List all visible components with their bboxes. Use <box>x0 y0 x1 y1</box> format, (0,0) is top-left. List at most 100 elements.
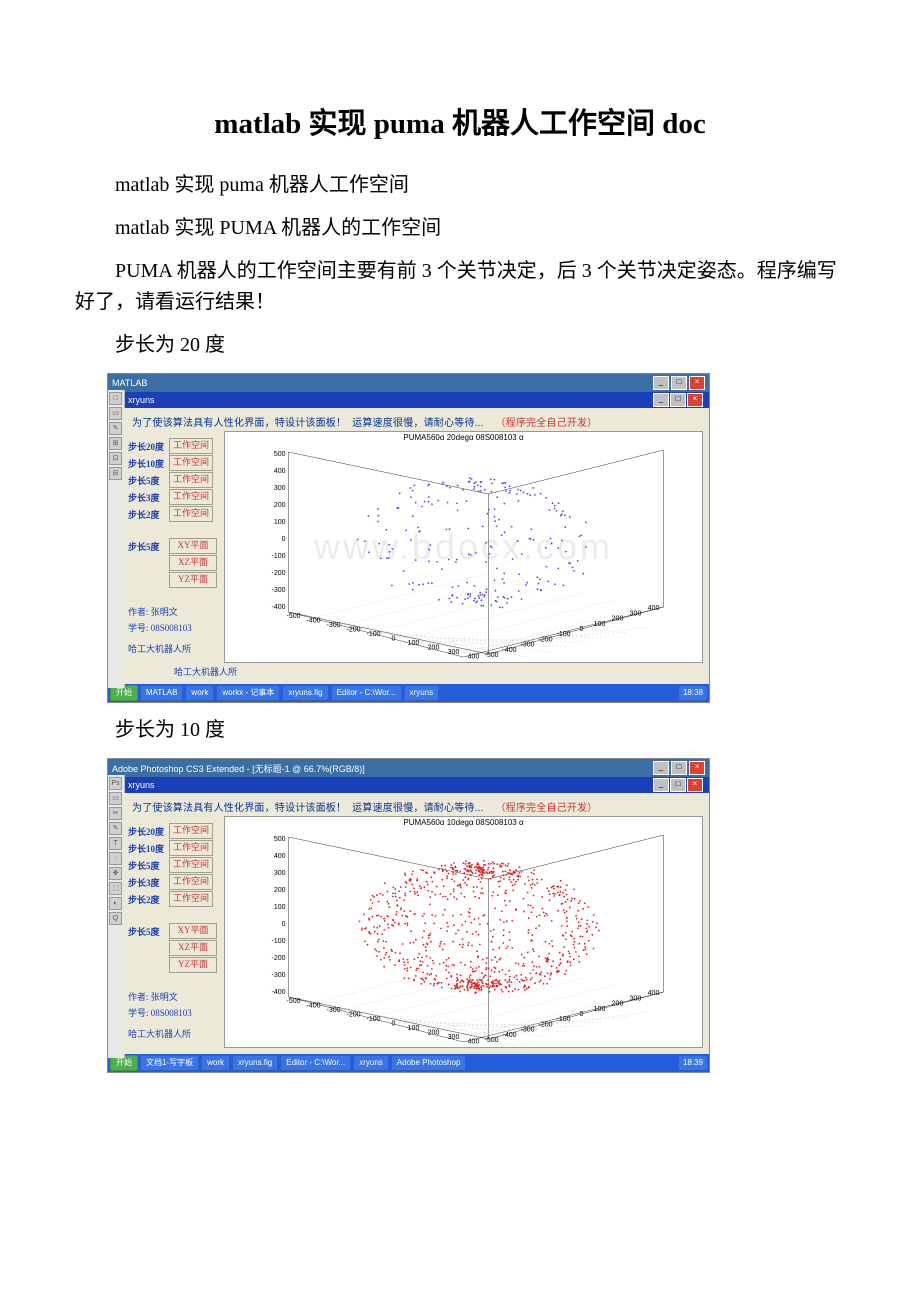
plane-button[interactable]: XZ平面 <box>169 940 217 956</box>
plane-button[interactable]: XY平面 <box>169 923 217 939</box>
workspace-button[interactable]: 工作空间 <box>169 823 213 839</box>
minimize-icon[interactable]: _ <box>653 376 669 390</box>
workspace-button[interactable]: 工作空间 <box>169 455 213 471</box>
tool-icon[interactable]: ✎ <box>109 422 122 435</box>
workspace-button[interactable]: 工作空间 <box>169 438 213 454</box>
plane-button[interactable]: YZ平面 <box>169 957 217 973</box>
step-label: 步长5度 <box>128 925 166 938</box>
svg-text:-400: -400 <box>502 1032 516 1039</box>
tool-icon[interactable]: T <box>109 837 122 850</box>
workspace-button[interactable]: 工作空间 <box>169 489 213 505</box>
screenshot-figure-1: MATLAB _ □ × □ ▭ ✎ ⊞ ⊡ ⊟ xryuns _ □ × <box>107 373 710 703</box>
svg-text:100: 100 <box>274 519 286 526</box>
paragraph: matlab 实现 PUMA 机器人的工作空间 <box>75 213 845 244</box>
tool-icon[interactable]: Q <box>109 912 122 925</box>
taskbar-item[interactable]: workx - 记事本 <box>216 685 280 701</box>
plane-button[interactable]: XZ平面 <box>169 555 217 571</box>
minimize-icon[interactable]: _ <box>653 761 669 775</box>
svg-text:100: 100 <box>594 621 606 628</box>
taskbar-item[interactable]: work <box>201 1055 230 1071</box>
figure-window-titlebar: xryuns _ □ × <box>122 777 709 793</box>
tool-icon[interactable]: ⊡ <box>109 452 122 465</box>
os-titlebar: Adobe Photoshop CS3 Extended - [无标题-1 @ … <box>108 759 709 777</box>
tool-icon[interactable]: ⬚ <box>109 882 122 895</box>
plot-svg: 5004003002001000-100-200-300-400 -500-50… <box>225 432 702 662</box>
workspace-button[interactable]: 工作空间 <box>169 891 213 907</box>
taskbar-item[interactable]: xryuns.fig <box>282 685 328 701</box>
svg-text:-200: -200 <box>538 636 552 643</box>
tool-icon[interactable]: ◌ <box>109 852 122 865</box>
svg-text:-400: -400 <box>271 989 285 996</box>
maximize-icon[interactable]: □ <box>670 393 686 407</box>
svg-text:200: 200 <box>428 1030 440 1037</box>
taskbar-item[interactable]: Adobe Photoshop <box>391 1055 467 1071</box>
workspace-button[interactable]: 工作空间 <box>169 472 213 488</box>
svg-text:100: 100 <box>408 640 420 647</box>
tool-icon[interactable]: ⊟ <box>109 467 122 480</box>
workspace-button[interactable]: 工作空间 <box>169 857 213 873</box>
step-row: 步长20度 工作空间 <box>128 438 220 454</box>
svg-text:-100: -100 <box>556 631 570 638</box>
maximize-icon[interactable]: □ <box>671 376 687 390</box>
minimize-icon[interactable]: _ <box>653 778 669 792</box>
workspace-button[interactable]: 工作空间 <box>169 840 213 856</box>
step-row: 步长5度 工作空间 <box>128 472 220 488</box>
step-label: 步长5度 <box>128 474 166 487</box>
windows-taskbar: 开始 MATLAB work workx - 记事本 xryuns.fig Ed… <box>108 684 709 702</box>
svg-text:0: 0 <box>580 1011 584 1018</box>
tool-icon[interactable]: ▭ <box>109 407 122 420</box>
figure-body: 为了使该算法具有人性化界面，特设计该面板！ 运算速度很慢，请耐心等待... （程… <box>122 408 709 684</box>
author-line: 作者: 张明文 <box>128 989 220 1004</box>
tool-icon[interactable]: ✎ <box>109 822 122 835</box>
grid-lines <box>309 572 649 659</box>
step-row: 步长2度 工作空间 <box>128 506 220 522</box>
svg-text:300: 300 <box>274 870 286 877</box>
maximize-icon[interactable]: □ <box>670 778 686 792</box>
plane-button[interactable]: YZ平面 <box>169 572 217 588</box>
paragraph: 步长为 20 度 <box>75 330 845 361</box>
close-icon[interactable]: × <box>689 761 705 775</box>
close-icon[interactable]: × <box>687 393 703 407</box>
figure-body: 为了使该算法具有人性化界面，特设计该面板！ 运算速度很慢，请耐心等待... （程… <box>122 793 709 1054</box>
svg-text:400: 400 <box>468 654 480 661</box>
taskbar-clock: 18:39 <box>679 1056 707 1070</box>
close-icon[interactable]: × <box>687 778 703 792</box>
svg-text:300: 300 <box>448 649 460 656</box>
tool-icon[interactable]: ⊞ <box>109 437 122 450</box>
tool-icon[interactable]: ✥ <box>109 867 122 880</box>
window-title: xryuns <box>128 780 155 790</box>
figure-header-text: 为了使该算法具有人性化界面，特设计该面板！ 运算速度很慢，请耐心等待... （程… <box>128 797 703 816</box>
taskbar-item[interactable]: work <box>185 685 214 701</box>
taskbar-item[interactable]: MATLAB <box>140 685 183 701</box>
workspace-button[interactable]: 工作空间 <box>169 506 213 522</box>
scatter-points <box>359 860 600 994</box>
tool-icon[interactable]: ◐ <box>109 897 122 910</box>
taskbar-item[interactable]: Editor - C:\Wor... <box>280 1055 351 1071</box>
svg-text:-500: -500 <box>484 652 498 659</box>
maximize-icon[interactable]: □ <box>671 761 687 775</box>
plot-title: PUMA560α 10degα 08S008103 α <box>225 818 702 827</box>
tool-icon[interactable]: ▭ <box>109 792 122 805</box>
svg-text:0: 0 <box>392 636 396 643</box>
os-titlebar: MATLAB _ □ × <box>108 374 709 392</box>
svg-text:200: 200 <box>612 1001 624 1008</box>
svg-text:-200: -200 <box>538 1021 552 1028</box>
taskbar-item[interactable]: xryuns.fig <box>232 1055 278 1071</box>
svg-text:400: 400 <box>274 853 286 860</box>
plane-button[interactable]: XY平面 <box>169 538 217 554</box>
svg-text:200: 200 <box>274 502 286 509</box>
minimize-icon[interactable]: _ <box>653 393 669 407</box>
workspace-button[interactable]: 工作空间 <box>169 874 213 890</box>
page-title: matlab 实现 puma 机器人工作空间 doc <box>75 100 845 142</box>
taskbar-item[interactable]: xryuns <box>353 1055 389 1071</box>
taskbar-item[interactable]: 文档1-写字板 <box>140 1055 199 1071</box>
taskbar-item[interactable]: xryuns <box>404 685 440 701</box>
close-icon[interactable]: × <box>689 376 705 390</box>
tool-icon[interactable]: Ps <box>109 777 122 790</box>
taskbar-item[interactable]: Editor - C:\Wor... <box>331 685 402 701</box>
tool-icon[interactable]: □ <box>109 392 122 405</box>
plot-area: PUMA560α 20degα 08S008103 α www.bdocx.co… <box>224 431 703 663</box>
svg-text:300: 300 <box>448 1034 460 1041</box>
step-label: 步长3度 <box>128 491 166 504</box>
tool-icon[interactable]: ✂ <box>109 807 122 820</box>
